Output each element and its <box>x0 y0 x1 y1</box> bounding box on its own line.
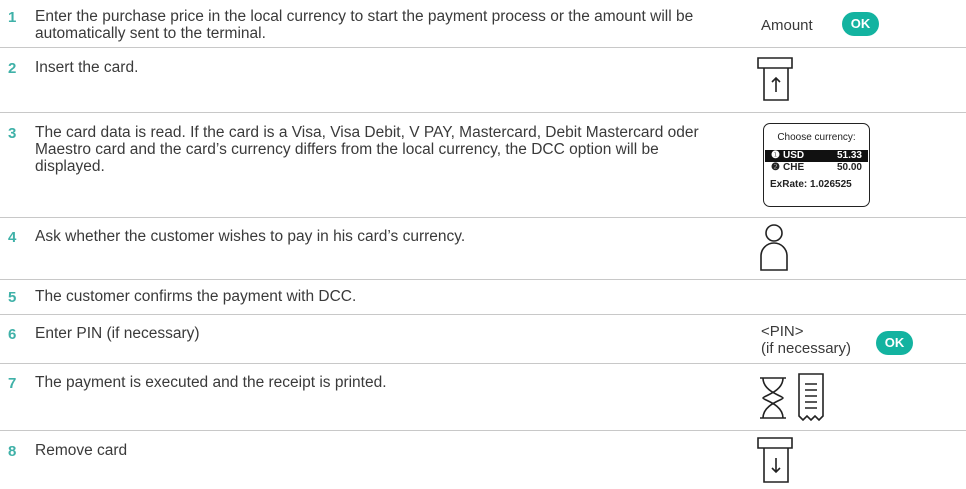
person-icon <box>760 224 788 271</box>
step-number: 5 <box>8 289 17 306</box>
exchange-rate: ExRate: 1.026525 <box>770 179 852 190</box>
pin-label: <PIN> <box>761 323 804 340</box>
step-6-row: 6 Enter PIN (if necessary) <PIN> (if nec… <box>0 315 966 364</box>
step-5-row: 5 The customer confirms the payment with… <box>0 280 966 315</box>
step-number: 8 <box>8 443 17 460</box>
terminal-screen: Choose currency: ❶ USD 51.33 ❷ CHE 50.00… <box>763 123 870 207</box>
step-text: The card data is read. If the card is a … <box>35 124 699 175</box>
option-amount: 50.00 <box>836 162 862 173</box>
option-currency: CHE <box>783 162 805 173</box>
option-currency: USD <box>783 150 805 161</box>
step-number: 3 <box>8 125 17 142</box>
step-4-row: 4 Ask whether the customer wishes to pay… <box>0 218 966 280</box>
receipt-icon <box>798 373 824 422</box>
step-8-row: 8 Remove card <box>0 431 966 489</box>
step-7-row: 7 The payment is executed and the receip… <box>0 364 966 431</box>
step-text: Remove card <box>35 442 128 459</box>
step-2-row: 2 Insert the card. <box>0 48 966 113</box>
ok-button[interactable]: OK <box>842 12 879 36</box>
option-amount: 51.33 <box>836 150 862 161</box>
step-text: The payment is executed and the receipt … <box>35 374 387 391</box>
step-number: 7 <box>8 375 17 392</box>
amount-label: Amount <box>761 17 813 34</box>
card-insert-icon <box>757 57 793 101</box>
card-remove-icon <box>757 437 793 483</box>
step-number: 6 <box>8 326 17 343</box>
ok-button[interactable]: OK <box>876 331 913 355</box>
step-text: Ask whether the customer wishes to pay i… <box>35 228 466 245</box>
currency-option-selected: ❶ USD 51.33 <box>765 150 868 162</box>
step-1-row: 1 Enter the purchase price in the local … <box>0 0 966 48</box>
step-text: The customer confirms the payment with D… <box>35 288 357 305</box>
pin-note: (if necessary) <box>761 340 852 357</box>
screen-header: Choose currency: <box>777 132 856 143</box>
option-bullet: ❶ <box>771 150 780 161</box>
currency-option: ❷ CHE 50.00 <box>765 162 868 174</box>
step-text: Enter the purchase price in the local cu… <box>35 8 694 42</box>
step-number: 4 <box>8 229 17 246</box>
step-number: 2 <box>8 60 17 77</box>
step-text: Enter PIN (if necessary) <box>35 325 200 342</box>
step-number: 1 <box>8 9 17 26</box>
step-3-row: 3 The card data is read. If the card is … <box>0 113 966 218</box>
step-text: Insert the card. <box>35 59 139 76</box>
option-bullet: ❷ <box>771 162 780 173</box>
hourglass-icon <box>760 377 786 419</box>
